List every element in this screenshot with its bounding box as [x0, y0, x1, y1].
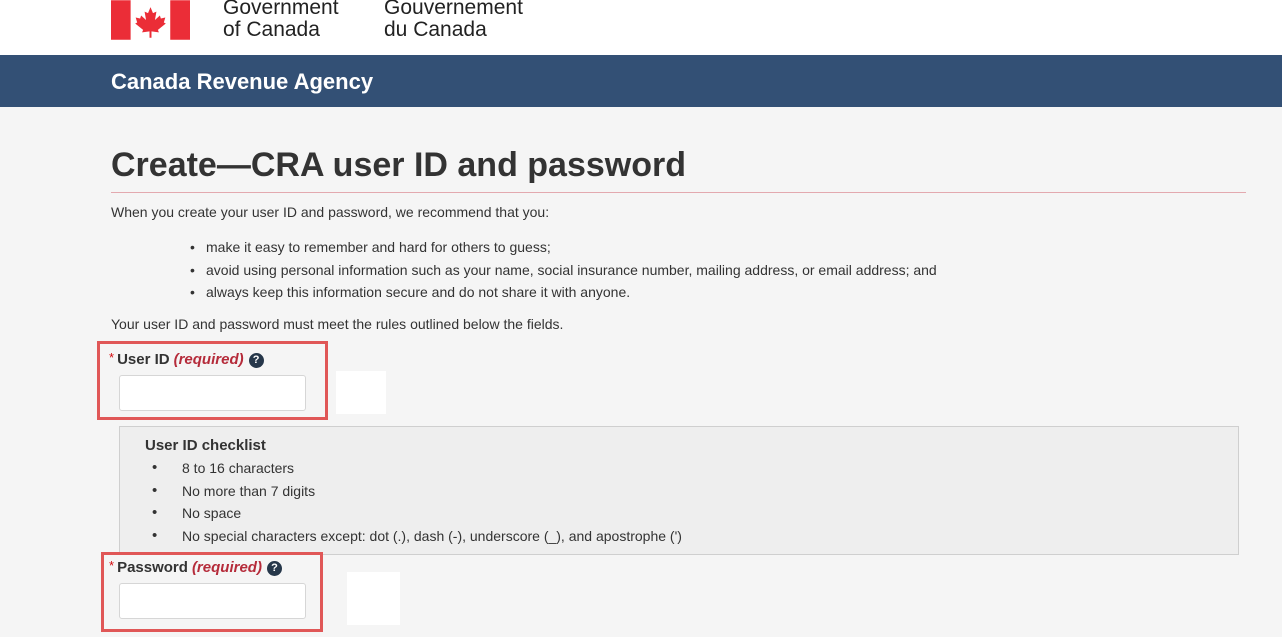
recommendation-item: make it easy to remember and hard for ot… [188, 236, 937, 259]
blank-panel [347, 572, 400, 625]
recommendations-list: make it easy to remember and hard for ot… [188, 236, 937, 304]
government-of-canada-wordmark: Government of Canada [223, 0, 339, 41]
government-header: Government of Canada Gouvernement du Can… [0, 0, 1282, 55]
rules-note: Your user ID and password must meet the … [111, 316, 564, 332]
page-title: Create—CRA user ID and password [111, 146, 686, 184]
checklist-item: 8 to 16 characters [152, 457, 682, 480]
checklist-item: No special characters except: dot (.), d… [152, 525, 682, 548]
gouvernement-du-canada-wordmark: Gouvernement du Canada [384, 0, 523, 41]
recommendation-item: always keep this information secure and … [188, 281, 937, 304]
recommendation-item: avoid using personal information such as… [188, 259, 937, 282]
checklist-items: 8 to 16 characters No more than 7 digits… [152, 457, 682, 547]
agency-name[interactable]: Canada Revenue Agency [111, 69, 373, 95]
user-id-highlight-box [97, 341, 328, 420]
intro-text: When you create your user ID and passwor… [111, 204, 550, 220]
password-highlight-box [101, 552, 323, 632]
checklist-item: No space [152, 502, 682, 525]
agency-banner: Canada Revenue Agency [0, 55, 1282, 107]
title-divider [111, 192, 1246, 193]
checklist-item: No more than 7 digits [152, 480, 682, 503]
canada-flag-icon [111, 0, 190, 40]
checklist-title: User ID checklist [145, 437, 266, 454]
blank-panel [336, 371, 386, 414]
user-id-checklist: User ID checklist 8 to 16 characters No … [119, 426, 1239, 555]
